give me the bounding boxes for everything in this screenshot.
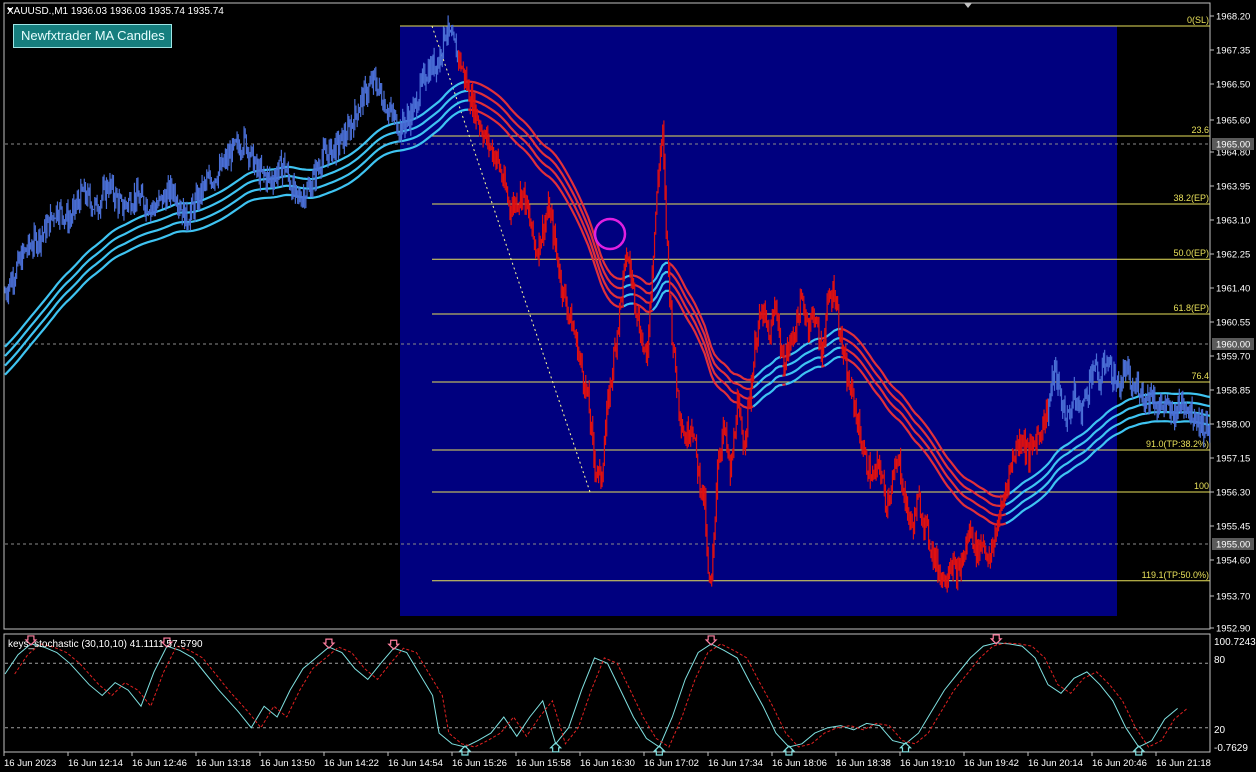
stochastic-level-20-label: 20: [1214, 725, 1226, 736]
time-tick-label: 16 Jun 14:22: [324, 758, 379, 769]
price-tick-label: 1958.00: [1216, 420, 1250, 431]
time-tick-label: 16 Jun 18:06: [772, 758, 827, 769]
price-tick-label: 1955.45: [1216, 522, 1250, 533]
fib-level-label: 38.2(EP): [1173, 193, 1209, 203]
price-tick-label: 1958.85: [1216, 386, 1250, 397]
price-level-tag-label: 1955.00: [1216, 540, 1250, 551]
price-tick-label: 1953.70: [1216, 592, 1250, 603]
price-tick-label: 1967.35: [1216, 46, 1250, 57]
fib-level-label: 0(SL): [1187, 15, 1209, 25]
time-tick-label: 16 Jun 15:58: [516, 758, 571, 769]
fib-level-label: 50.0(EP): [1173, 248, 1209, 258]
price-tick-label: 1952.90: [1216, 624, 1250, 635]
stochastic-title: keys_stochastic (30,10,10) 41.1111 57.57…: [8, 639, 203, 650]
price-level-tag-label: 1960.00: [1216, 340, 1250, 351]
fib-level-label: 100: [1194, 481, 1209, 491]
fib-level-label: 23.6: [1191, 125, 1209, 135]
time-tick-label: 16 Jun 15:26: [452, 758, 507, 769]
price-tick-label: 1954.60: [1216, 556, 1250, 567]
price-tick-label: 1959.70: [1216, 352, 1250, 363]
time-tick-label: 16 Jun 17:34: [708, 758, 763, 769]
time-tick-label: 16 Jun 18:38: [836, 758, 891, 769]
time-tick-label: 16 Jun 19:10: [900, 758, 955, 769]
time-tick-label: 16 Jun 16:30: [580, 758, 635, 769]
symbol-info: XAUUSD.,M1 1936.03 1936.03 1935.74 1935.…: [7, 6, 224, 17]
ma-ribbon-line: [782, 383, 786, 386]
time-tick-label: 16 Jun 12:46: [132, 758, 187, 769]
fib-level-label: 91.0(TP:38.2%): [1146, 439, 1209, 449]
time-tick-label: 16 Jun 19:42: [964, 758, 1019, 769]
price-tick-label: 1966.50: [1216, 80, 1250, 91]
ma-ribbon-line: [820, 364, 825, 368]
price-tick-label: 1963.10: [1216, 216, 1250, 227]
time-tick-label: 16 Jun 12:14: [68, 758, 123, 769]
time-tick-label: 16 Jun 14:54: [388, 758, 443, 769]
indicator-button[interactable]: Newfxtrader MA Candles: [13, 24, 172, 48]
price-tick-label: 1965.60: [1216, 116, 1250, 127]
time-tick-label: 16 Jun 21:18: [1156, 758, 1211, 769]
stochastic-min-label: -0.7629: [1214, 743, 1248, 754]
price-chart[interactable]: 0(SL) 23.6 38.2(EP) 50.0(EP) 61.8(EP) 76.4 91.…: [0, 0, 1256, 772]
price-tick-label: 1968.20: [1216, 12, 1250, 23]
price-tick-label: 1963.95: [1216, 182, 1250, 193]
price-level-tag-label: 1965.00: [1216, 140, 1250, 151]
time-tick-label: 16 Jun 2023: [4, 758, 56, 769]
time-tick-label: 16 Jun 17:02: [644, 758, 699, 769]
time-tick-label: 16 Jun 20:46: [1092, 758, 1147, 769]
price-tick-label: 1961.40: [1216, 284, 1250, 295]
fib-level-label: 119.1(TP:50.0%): [1142, 570, 1209, 580]
time-tick-label: 16 Jun 13:50: [260, 758, 315, 769]
time-tick-label: 16 Jun 20:14: [1028, 758, 1083, 769]
price-tick-label: 1962.25: [1216, 250, 1250, 261]
fib-level-label: 61.8(EP): [1173, 303, 1209, 313]
stochastic-level-80-label: 80: [1214, 655, 1226, 666]
stochastic-max-label: 100.7243: [1214, 637, 1256, 648]
price-tick-label: 1956.30: [1216, 488, 1250, 499]
fib-level-label: 76.4: [1191, 371, 1209, 381]
price-tick-label: 1960.55: [1216, 318, 1250, 329]
time-tick-label: 16 Jun 13:18: [196, 758, 251, 769]
price-tick-label: 1957.15: [1216, 454, 1250, 465]
